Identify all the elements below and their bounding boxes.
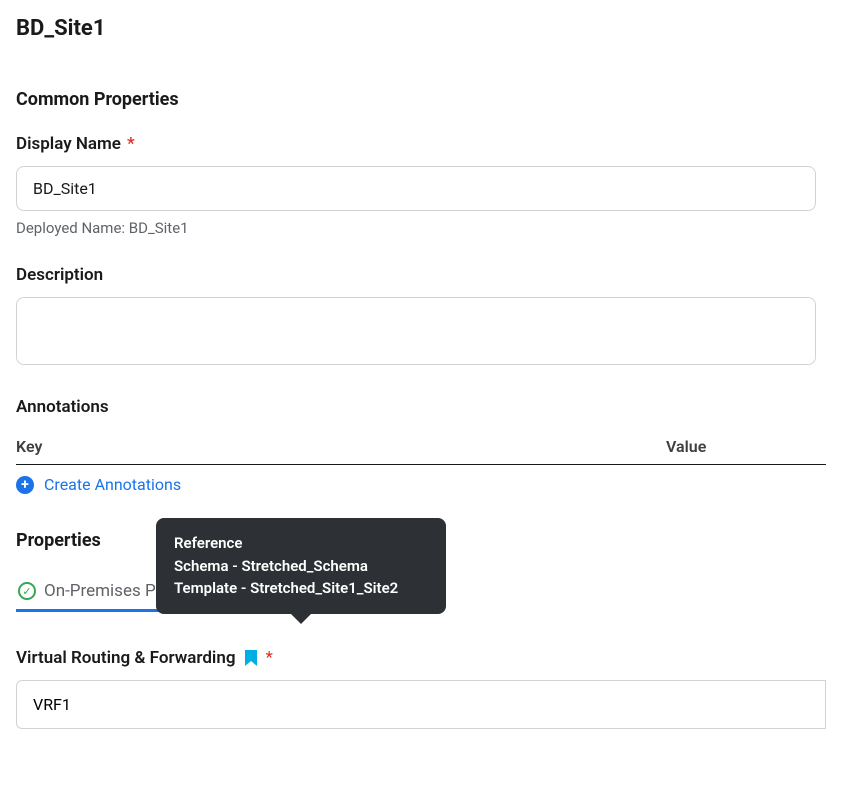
deployed-name-helper: Deployed Name: BD_Site1 — [16, 219, 826, 237]
reference-tooltip: Reference Schema - Stretched_Schema Temp… — [156, 518, 446, 614]
tooltip-line-1: Reference — [174, 532, 428, 555]
plus-icon: + — [16, 476, 34, 494]
create-annotations-label: Create Annotations — [44, 475, 181, 494]
display-name-label: Display Name — [16, 134, 121, 154]
annotations-field: Annotations Key Value + Create Annotatio… — [16, 397, 826, 494]
bookmark-icon — [244, 650, 258, 666]
annotations-table-header: Key Value — [16, 429, 826, 465]
create-annotations-button[interactable]: + Create Annotations — [16, 475, 826, 494]
page-title: BD_Site1 — [16, 16, 826, 41]
required-asterisk-icon: * — [127, 134, 135, 154]
check-icon: ✓ — [18, 582, 36, 600]
annotations-value-column: Value — [666, 437, 706, 456]
display-name-field: Display Name * Deployed Name: BD_Site1 — [16, 134, 826, 237]
annotations-key-column: Key — [16, 437, 666, 456]
required-asterisk-icon: * — [266, 648, 273, 668]
display-name-input[interactable] — [16, 166, 816, 211]
description-field: Description — [16, 265, 826, 369]
properties-section: Properties ✓ On-Premises Properties Refe… — [16, 530, 826, 729]
common-properties-heading: Common Properties — [16, 89, 826, 110]
vrf-label: Virtual Routing & Forwarding — [16, 648, 236, 668]
annotations-label: Annotations — [16, 397, 109, 417]
tooltip-line-2: Schema - Stretched_Schema — [174, 555, 428, 578]
tooltip-line-3: Template - Stretched_Site1_Site2 — [174, 577, 428, 600]
common-properties-section: Common Properties Display Name * Deploye… — [16, 89, 826, 494]
vrf-input[interactable] — [16, 680, 826, 729]
description-input[interactable] — [16, 297, 816, 365]
description-label: Description — [16, 265, 103, 285]
